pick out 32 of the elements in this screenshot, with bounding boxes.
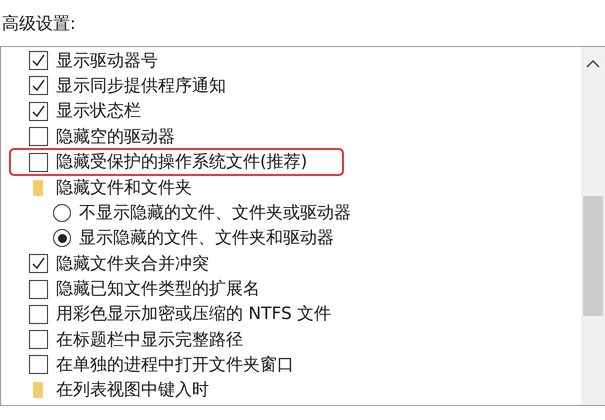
group-label: 在列表视图中键入时 (56, 379, 209, 402)
checkbox[interactable] (29, 76, 48, 96)
folder-icon (33, 382, 43, 398)
checkbox[interactable] (29, 102, 48, 121)
scrollbar[interactable] (581, 47, 605, 405)
checkbox[interactable] (29, 127, 48, 146)
option-label[interactable]: 不显示隐藏的文件、文件夹或驱动器 (79, 202, 351, 224)
option-label[interactable]: 隐藏受保护的操作系统文件(推荐) (56, 151, 308, 174)
option-label[interactable]: 显示状态栏 (56, 100, 141, 122)
option-label[interactable]: 显示同步提供程序通知 (56, 74, 226, 97)
option-label[interactable]: 在单独的进程中打开文件夹窗口 (56, 354, 294, 376)
settings-heading: 高级设置: (1, 13, 77, 36)
scroll-up-icon[interactable] (586, 59, 600, 69)
checkbox[interactable] (29, 51, 48, 70)
checkbox[interactable] (29, 304, 48, 324)
option-label[interactable]: 用彩色显示加密或压缩的 NTFS 文件 (56, 303, 332, 326)
group-label: 隐藏文件和文件夹 (56, 176, 192, 199)
checkbox[interactable] (29, 254, 48, 274)
checkbox[interactable] (29, 330, 48, 350)
option-label[interactable]: 隐藏空的驱动器 (56, 126, 175, 148)
radio-button[interactable] (53, 204, 71, 222)
checkbox[interactable] (29, 280, 48, 299)
radio-button[interactable] (53, 229, 71, 248)
option-label[interactable]: 隐藏文件夹合并冲突 (56, 252, 209, 275)
option-label[interactable]: 隐藏已知文件类型的扩展名 (56, 278, 260, 300)
option-label[interactable]: 显示驱动器号 (56, 50, 158, 72)
option-label[interactable]: 在标题栏中显示完整路径 (56, 328, 243, 351)
option-label[interactable]: 显示隐藏的文件、文件夹和驱动器 (79, 227, 334, 250)
scrollbar-thumb[interactable] (583, 196, 603, 316)
checkbox[interactable] (29, 152, 48, 172)
checkbox[interactable] (29, 355, 48, 374)
folder-icon (33, 180, 43, 196)
